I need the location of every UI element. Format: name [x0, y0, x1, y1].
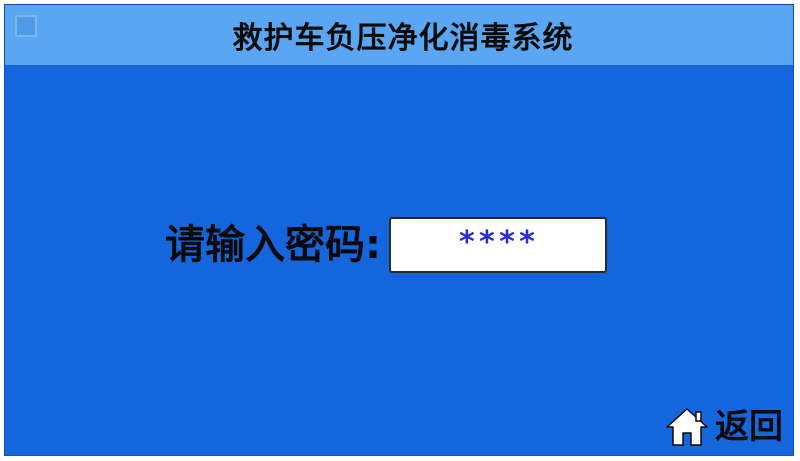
- password-input[interactable]: ****: [389, 217, 607, 273]
- back-label: 返回: [715, 407, 783, 447]
- password-row: 请输入密码: ****: [165, 217, 607, 273]
- password-masked-value: ****: [457, 224, 539, 260]
- page-title: 救护车负压净化消毒系统: [232, 21, 574, 56]
- window-control-box[interactable]: [15, 15, 37, 37]
- title-bar: 救护车负压净化消毒系统: [5, 5, 793, 65]
- hmi-screen: 救护车负压净化消毒系统 请输入密码: **** 返回: [4, 4, 794, 456]
- back-button[interactable]: 返回: [665, 407, 783, 447]
- password-label: 请输入密码:: [165, 222, 381, 268]
- home-icon: [666, 408, 708, 446]
